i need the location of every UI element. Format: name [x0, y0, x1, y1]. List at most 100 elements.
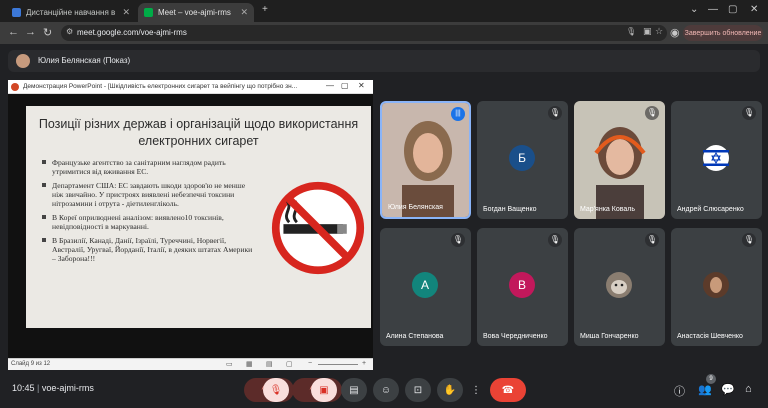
raise-hand-button[interactable]: ✋ — [437, 378, 463, 402]
people-icon[interactable]: 👥 — [698, 383, 712, 396]
muted-mic-icon: 🎙 — [645, 106, 659, 120]
participant-tile-andrey[interactable]: 🎙 Андрей Слюсаренко — [671, 101, 762, 219]
participant-tile-misha[interactable]: 🎙 Миша Гончаренко — [574, 228, 665, 346]
muted-mic-icon: 🎙 — [645, 233, 659, 247]
meeting-details-icon[interactable]: ⓘ — [674, 383, 685, 399]
participant-tile-anastasia[interactable]: 🎙 Анастасія Шевченко — [671, 228, 762, 346]
notes-icon[interactable]: ▭ — [226, 360, 233, 368]
slide-sorter-icon[interactable]: ▦ — [246, 360, 253, 368]
present-screen-icon: ⊡ — [413, 384, 423, 396]
participant-tile-alina[interactable]: 🎙 А Алина Степанова — [380, 228, 471, 346]
slide-bullet: Французьке агентство за санітарним нагля… — [42, 158, 257, 176]
muted-mic-icon: 🎙 — [548, 233, 562, 247]
presenter-name: Юлия Белянская (Показ) — [38, 56, 131, 65]
participant-name: Богдан Ващенко — [483, 206, 537, 213]
address-bar: ← → ↻ ⚙ meet.google.com/voe-ajmi-rms 🎙 ▣… — [0, 22, 768, 44]
camera-off-button[interactable]: ▣ — [311, 378, 337, 402]
presentation-status-bar: Слайд 9 из 12 ▭ ▦ ▤ ▢ − + — [8, 358, 373, 370]
slide-counter: Слайд 9 из 12 — [11, 361, 51, 367]
presenter-bar: Юлия Белянская (Показ) — [8, 50, 760, 72]
url-text: meet.google.com/voe-ajmi-rms — [77, 28, 187, 37]
slide-title: Позиції різних держав і організацій щодо… — [38, 117, 359, 148]
slide: Позиції різних держав і організацій щодо… — [26, 106, 371, 328]
tab-search-icon[interactable]: ⌄ — [690, 4, 698, 15]
back-icon[interactable]: ← — [8, 26, 19, 38]
participant-name: Вова Чередниченко — [483, 333, 548, 340]
microphone-indicator-icon[interactable]: 🎙 — [626, 27, 636, 36]
update-button[interactable]: Завершить обновление — [683, 25, 763, 41]
emoji-button[interactable]: ☺ — [373, 378, 399, 402]
close-tab-icon[interactable]: ✕ — [122, 7, 130, 18]
slide-viewport: Позиції різних держав і організацій щодо… — [8, 94, 373, 358]
participant-tile-yulia[interactable]: ||| Юлия Белянская — [380, 101, 471, 219]
hand-icon: ✋ — [443, 384, 457, 396]
avatar: А — [412, 272, 438, 298]
slide-bullets: Французьке агентство за санітарним нагля… — [42, 158, 257, 268]
meeting-code: voe-ajmi-rms — [41, 383, 94, 393]
clock-text: 10:45 — [12, 383, 35, 393]
participant-name: Мар'янка Коваль — [580, 206, 635, 213]
presentation-window-title: Демонстрация PowerPoint - [Шкідливість е… — [23, 83, 298, 90]
present-button[interactable]: ⊡ — [405, 378, 431, 402]
call-controls-bar: 10:45 | voe-ajmi-rms ^ 🎙 ^ ▣ ▤ ☺ ⊡ ✋ ⋮ — [0, 374, 768, 408]
tab-meet[interactable]: Meet – voe-ajmi-rms ✕ — [138, 3, 254, 22]
pres-close-button[interactable]: ✕ — [358, 81, 365, 90]
bookmark-star-icon[interactable]: ☆ — [655, 26, 663, 37]
pres-maximize-button[interactable]: ▢ — [341, 81, 349, 90]
muted-mic-icon: 🎙 — [451, 233, 465, 247]
site-info-icon[interactable]: ⚙ — [66, 27, 73, 36]
more-vert-icon: ⋮ — [471, 384, 481, 396]
powerpoint-icon — [11, 83, 19, 91]
participant-name: Юлия Белянская — [388, 204, 443, 211]
speaking-indicator-icon: ||| — [451, 107, 465, 121]
zoom-plus-icon[interactable]: + — [362, 360, 366, 367]
captions-button[interactable]: ▤ — [341, 378, 367, 402]
close-window-button[interactable]: ✕ — [750, 4, 758, 15]
mic-off-icon: 🎙 — [269, 384, 283, 396]
meeting-info: 10:45 | voe-ajmi-rms — [12, 383, 94, 393]
site-favicon-icon — [12, 8, 21, 17]
camera-off-icon: ▣ — [319, 384, 329, 396]
url-omnibox[interactable]: ⚙ meet.google.com/voe-ajmi-rms 🎙 ▣ ☆ — [61, 25, 667, 41]
maximize-button[interactable]: ▢ — [728, 4, 737, 15]
close-tab-icon[interactable]: ✕ — [240, 7, 248, 18]
zoom-slider[interactable] — [318, 364, 358, 365]
pres-minimize-button[interactable]: — — [326, 81, 334, 90]
reading-view-icon[interactable]: ▤ — [266, 360, 273, 368]
participant-name: Анастасія Шевченко — [677, 333, 743, 340]
slide-bullet: Департамент США: ЕС завдають шкоди здоро… — [42, 181, 257, 208]
camera-indicator-icon[interactable]: ▣ — [643, 26, 652, 37]
tab-distance-learning[interactable]: Дистанційне навчання в ВСП ✕ — [6, 3, 136, 22]
chat-icon[interactable]: 💬 — [721, 383, 735, 396]
captions-icon: ▤ — [349, 384, 359, 396]
avatar: Б — [509, 145, 535, 171]
presentation-window[interactable]: Демонстрация PowerPoint - [Шкідливість е… — [8, 80, 373, 370]
participant-tile-maryanka[interactable]: 🎙 Мар'янка Коваль — [574, 101, 665, 219]
participant-name: Миша Гончаренко — [580, 333, 639, 340]
meet-favicon-icon — [144, 8, 153, 17]
emoji-icon: ☺ — [380, 384, 392, 396]
avatar — [703, 272, 729, 298]
slide-bullet: В Кореї оприлюднені аналізом: виявлено10… — [42, 213, 257, 231]
zoom-minus-icon[interactable]: − — [308, 360, 312, 367]
participant-name: Андрей Слюсаренко — [677, 206, 744, 213]
presentation-titlebar: Демонстрация PowerPoint - [Шкідливість е… — [8, 80, 373, 94]
leave-call-button[interactable]: ☎ — [490, 378, 526, 402]
slideshow-icon[interactable]: ▢ — [286, 360, 293, 368]
people-count-badge: 9 — [706, 374, 716, 384]
browser-tab-bar: Дистанційне навчання в ВСП ✕ Meet – voe-… — [0, 0, 768, 22]
participant-tile-vova[interactable]: 🎙 В Вова Чередниченко — [477, 228, 568, 346]
activities-icon[interactable]: ⌂ — [745, 383, 752, 395]
presenter-avatar — [16, 54, 30, 68]
reload-icon[interactable]: ↻ — [43, 26, 52, 39]
muted-mic-icon: 🎙 — [742, 233, 756, 247]
more-options-button[interactable]: ⋮ — [468, 378, 484, 402]
profile-icon[interactable]: ◉ — [670, 26, 680, 39]
minimize-button[interactable]: — — [708, 4, 718, 15]
avatar — [606, 272, 632, 298]
forward-icon[interactable]: → — [25, 26, 36, 38]
muted-mic-icon: 🎙 — [548, 106, 562, 120]
mic-off-button[interactable]: 🎙 — [263, 378, 289, 402]
participant-tile-bogdan[interactable]: 🎙 Б Богдан Ващенко — [477, 101, 568, 219]
new-tab-button[interactable]: + — [262, 4, 268, 15]
